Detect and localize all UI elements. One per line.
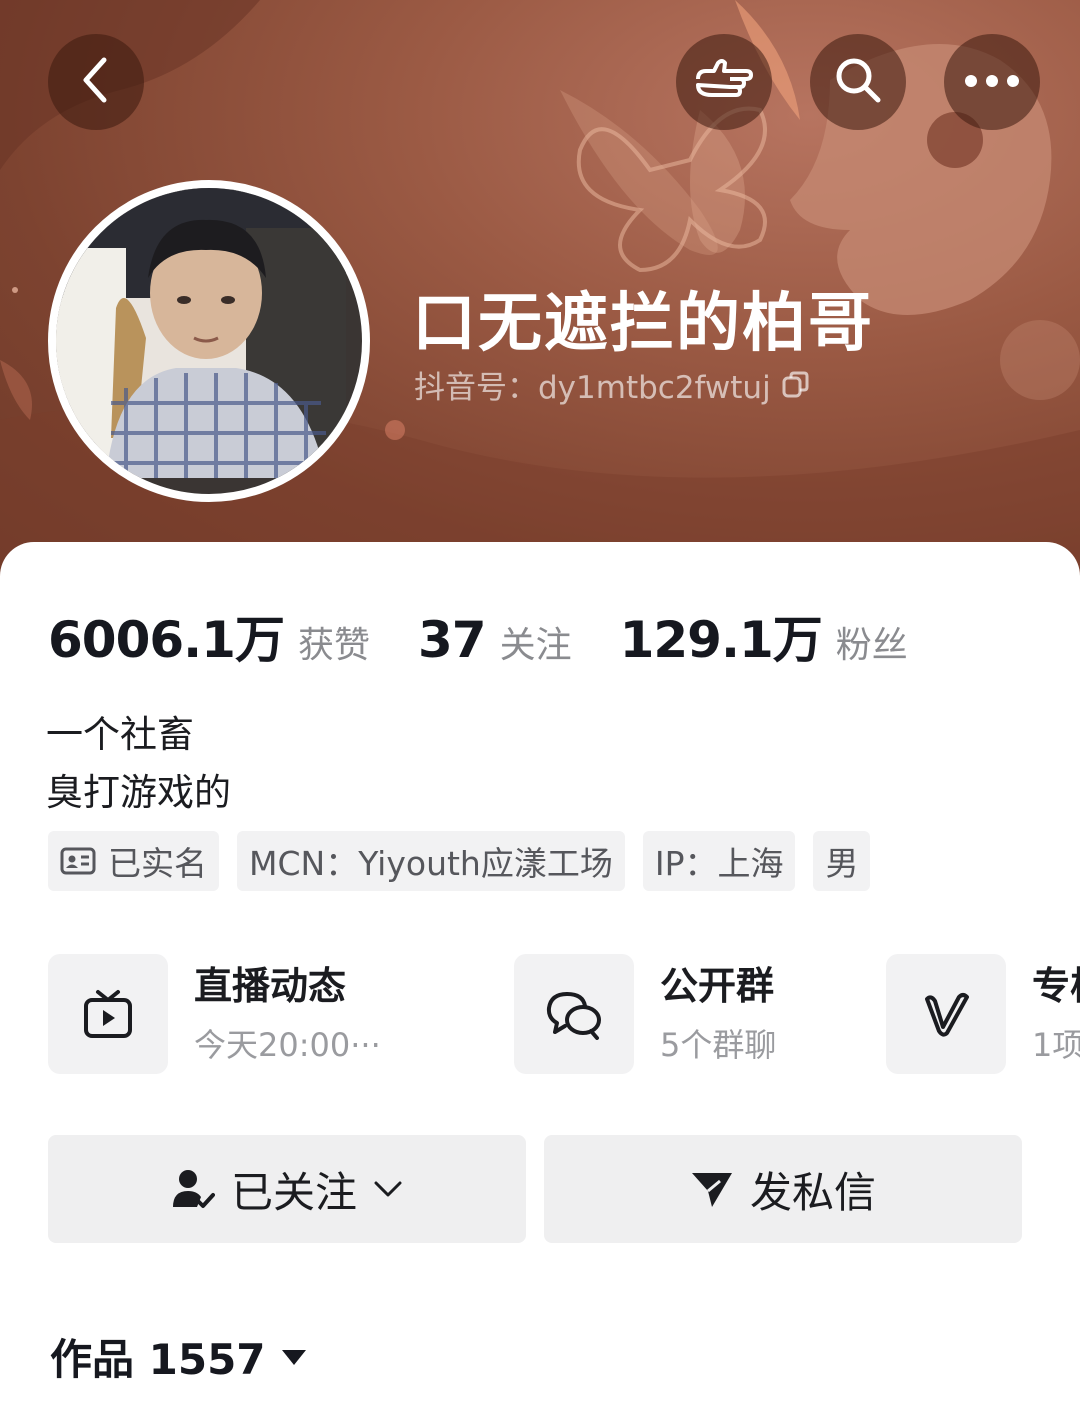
stat-followers[interactable]: 129.1万 粉丝 <box>620 600 908 672</box>
copy-icon[interactable] <box>781 370 811 400</box>
feature-live-subtitle: 今天20:00··· <box>194 1026 381 1064</box>
douyin-id: 抖音号：dy1mtbc2fwtuj <box>414 370 771 406</box>
avatar[interactable] <box>48 180 370 502</box>
tag-mcn[interactable]: MCN：Yiyouth应漾工场 <box>237 831 625 891</box>
tag-verified-label: 已实名 <box>108 844 207 883</box>
stats-row: 6006.1万 获赞 37 关注 129.1万 粉丝 <box>48 600 908 672</box>
stat-following[interactable]: 37 关注 <box>418 611 572 669</box>
tag-verified[interactable]: 已实名 <box>48 831 219 891</box>
stat-likes-value: 6006.1万 <box>48 611 285 669</box>
following-button[interactable]: 已关注 <box>48 1135 526 1243</box>
stat-likes[interactable]: 6006.1万 获赞 <box>48 600 370 672</box>
stat-following-label: 关注 <box>499 625 572 666</box>
message-label: 发私信 <box>749 1167 876 1217</box>
works-tab[interactable]: 作品 1557 <box>50 1326 308 1387</box>
tag-row: 已实名 MCN：Yiyouth应漾工场 IP：上海 男 <box>48 831 871 891</box>
feature-group-subtitle: 5个群聊 <box>660 1026 777 1064</box>
point-button[interactable] <box>676 34 772 130</box>
stat-followers-value: 129.1万 <box>619 611 823 669</box>
feature-group-title: 公开群 <box>660 964 775 1008</box>
live-tv-icon <box>48 954 168 1074</box>
feature-row: 直播动态 今天20:00··· 公开群 5个群聊 专栏 1项 <box>48 953 1080 1075</box>
id-card-icon <box>60 847 96 875</box>
back-arrow-icon <box>76 56 116 108</box>
stat-followers-label: 粉丝 <box>835 625 908 666</box>
feature-column[interactable]: 专栏 1项 <box>886 953 1080 1075</box>
feature-live[interactable]: 直播动态 今天20:00··· <box>48 953 381 1075</box>
tag-ip: IP：上海 <box>642 831 796 891</box>
chevron-down-icon <box>373 1179 403 1199</box>
bio-line: 臭打游戏的 <box>46 771 231 814</box>
douyin-id-row[interactable]: 抖音号：dy1mtbc2fwtuj <box>414 362 811 407</box>
avatar-photo <box>56 188 346 478</box>
stat-likes-label: 获赞 <box>297 625 370 666</box>
caret-down-icon <box>280 1347 308 1367</box>
feature-group[interactable]: 公开群 5个群聊 <box>514 953 776 1075</box>
following-label: 已关注 <box>230 1167 357 1217</box>
bio-line: 一个社畜 <box>46 713 194 756</box>
v-icon <box>886 954 1006 1074</box>
pointing-hand-icon <box>694 55 754 109</box>
bio: 一个社畜 臭打游戏的 <box>46 706 231 822</box>
profile-nickname: 口无遮拦的柏哥 <box>412 287 874 361</box>
works-label: 作品 1557 <box>50 1335 266 1384</box>
message-button[interactable]: 发私信 <box>544 1135 1022 1243</box>
search-button[interactable] <box>810 34 906 130</box>
feature-live-title: 直播动态 <box>194 964 347 1008</box>
tag-gender: 男 <box>813 831 871 891</box>
back-button[interactable] <box>48 34 144 130</box>
stat-following-value: 37 <box>417 611 487 669</box>
followed-user-icon <box>171 1167 215 1211</box>
group-chat-icon <box>514 954 634 1074</box>
profile-banner: 口无遮拦的柏哥 抖音号：dy1mtbc2fwtuj <box>0 0 1080 580</box>
search-icon <box>832 54 884 110</box>
more-dots-icon <box>964 73 1020 92</box>
more-button[interactable] <box>944 34 1040 130</box>
feature-column-title: 专栏 <box>1032 964 1080 1008</box>
feature-column-subtitle: 1项 <box>1032 1026 1080 1064</box>
send-icon <box>690 1169 734 1209</box>
